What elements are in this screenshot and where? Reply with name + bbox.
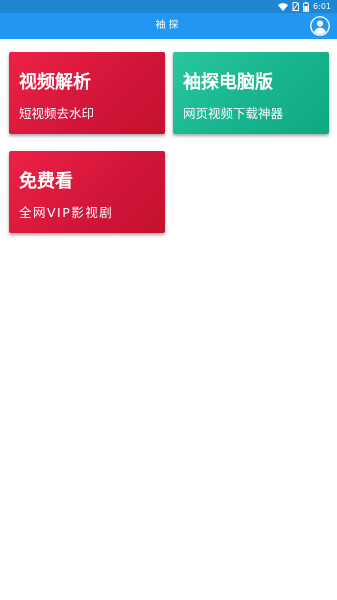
app-bar: 袖探: [0, 13, 337, 39]
status-icons: 6:01: [278, 0, 331, 13]
no-sim-icon: [292, 2, 300, 11]
card-pc-version[interactable]: 袖探电脑版 网页视频下载神器: [173, 52, 329, 134]
card-title: 袖探电脑版: [183, 72, 273, 93]
card-video-parse[interactable]: 视频解析 短视频去水印: [9, 52, 165, 134]
card-subtitle: 全网VIP影视剧: [19, 205, 114, 220]
app-title: 袖探: [155, 20, 182, 31]
card-title: 免费看: [19, 171, 73, 192]
status-time: 6:01: [313, 2, 331, 11]
status-bar: 6:01: [0, 0, 337, 13]
account-button[interactable]: [310, 16, 330, 36]
card-subtitle: 短视频去水印: [19, 106, 95, 121]
card-title: 视频解析: [19, 72, 91, 93]
card-free-watch[interactable]: 免费看 全网VIP影视剧: [9, 151, 165, 233]
card-subtitle: 网页视频下载神器: [183, 106, 284, 121]
account-circle-icon: [310, 16, 330, 36]
wifi-icon: [278, 2, 289, 11]
battery-icon: [303, 1, 309, 12]
